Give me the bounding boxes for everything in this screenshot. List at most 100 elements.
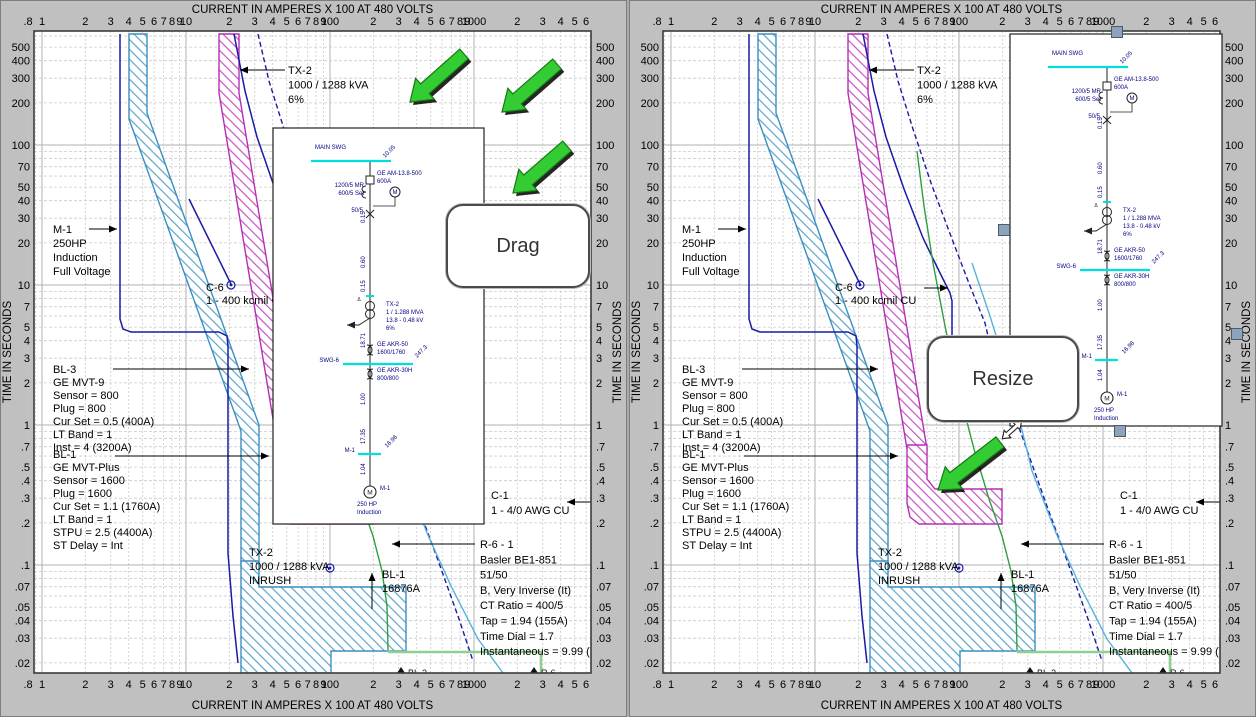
svg-text:50: 50 <box>596 182 608 194</box>
svg-text:5: 5 <box>428 16 434 28</box>
svg-text:5: 5 <box>913 16 919 28</box>
svg-text:M: M <box>393 190 398 196</box>
svg-text:7: 7 <box>305 679 311 691</box>
svg-text:M-1: M-1 <box>682 224 701 236</box>
svg-text:Time Dial = 1.7: Time Dial = 1.7 <box>480 631 554 643</box>
svg-text:2: 2 <box>1143 16 1149 28</box>
svg-text:BL-1: BL-1 <box>1011 569 1034 581</box>
svg-text:4: 4 <box>414 679 420 691</box>
svg-text:51/50: 51/50 <box>1109 570 1137 582</box>
svg-text:1200/5 MR: 1200/5 MR <box>335 183 365 189</box>
svg-text:10: 10 <box>809 679 821 691</box>
svg-text:LT Band = 1: LT Band = 1 <box>682 429 741 441</box>
svg-text:8: 8 <box>942 16 948 28</box>
svg-text:.02: .02 <box>15 658 30 670</box>
tcc-plot-left: BL-2R-6TX-21000 / 1288 kVA6%M-1250HPIndu… <box>1 1 627 717</box>
svg-text:GE MVT-9: GE MVT-9 <box>53 377 104 389</box>
svg-text:6: 6 <box>439 16 445 28</box>
svg-text:.8: .8 <box>652 16 661 28</box>
svg-text:Cur Set = 1.1 (1760A): Cur Set = 1.1 (1760A) <box>53 501 160 513</box>
svg-text:Plug = 800: Plug = 800 <box>53 403 106 415</box>
svg-text:500: 500 <box>12 42 30 54</box>
svg-text:.03: .03 <box>596 633 611 645</box>
drag-callout[interactable]: Drag <box>446 204 590 288</box>
svg-text:13.8 - 0.48 kV: 13.8 - 0.48 kV <box>1123 224 1160 230</box>
svg-text:16876A: 16876A <box>382 583 421 595</box>
svg-text:1: 1 <box>596 420 602 432</box>
svg-text:3: 3 <box>108 16 114 28</box>
svg-text:LT Band = 1: LT Band = 1 <box>53 429 112 441</box>
svg-text:100: 100 <box>950 679 968 691</box>
svg-text:2: 2 <box>370 679 376 691</box>
svg-text:18.71: 18.71 <box>361 332 367 348</box>
svg-text:1: 1 <box>668 679 674 691</box>
svg-text:.02: .02 <box>644 658 659 670</box>
svg-text:500: 500 <box>641 42 659 54</box>
svg-text:8: 8 <box>798 16 804 28</box>
svg-text:17.35: 17.35 <box>1098 334 1104 350</box>
svg-text:400: 400 <box>641 56 659 68</box>
svg-text:4: 4 <box>558 679 564 691</box>
svg-text:5: 5 <box>1057 16 1063 28</box>
svg-text:5: 5 <box>653 322 659 334</box>
oneline-diagram-object[interactable]: MΔMMAIN SWG10.05GE AM-13.8-500600A1200/5… <box>273 128 484 524</box>
svg-text:100: 100 <box>12 140 30 152</box>
svg-text:.07: .07 <box>596 582 611 594</box>
svg-text:4: 4 <box>1043 679 1049 691</box>
svg-text:600/5 Set: 600/5 Set <box>338 191 364 197</box>
svg-text:Full Voltage: Full Voltage <box>53 266 110 278</box>
svg-text:7: 7 <box>161 16 167 28</box>
svg-text:6: 6 <box>1068 679 1074 691</box>
svg-text:M-1: M-1 <box>380 486 391 492</box>
svg-text:3: 3 <box>252 16 258 28</box>
svg-text:1.00: 1.00 <box>1098 299 1104 311</box>
svg-text:.07: .07 <box>15 582 30 594</box>
svg-text:.05: .05 <box>15 602 30 614</box>
svg-text:ST Delay = Int: ST Delay = Int <box>53 540 123 552</box>
svg-text:2: 2 <box>1143 679 1149 691</box>
svg-text:.5: .5 <box>650 462 659 474</box>
svg-text:10: 10 <box>647 280 659 292</box>
selection-handle[interactable] <box>1115 426 1126 437</box>
svg-text:8: 8 <box>798 679 804 691</box>
svg-text:SWG-6: SWG-6 <box>1056 264 1076 270</box>
selection-handle[interactable] <box>999 225 1010 236</box>
svg-text:30: 30 <box>18 213 30 225</box>
svg-text:0.15: 0.15 <box>1098 117 1104 129</box>
svg-text:Sensor = 1600: Sensor = 1600 <box>53 475 125 487</box>
svg-text:.7: .7 <box>21 442 30 454</box>
svg-text:5: 5 <box>284 16 290 28</box>
svg-text:BL-1: BL-1 <box>682 449 705 461</box>
breaker-symbol <box>366 176 374 184</box>
resize-callout[interactable]: Resize <box>927 336 1079 422</box>
skm-tcc-window: BL-2R-6TX-21000 / 1288 kVA6%M-1250HPIndu… <box>0 0 1256 717</box>
svg-text:1000 / 1288 kVA: 1000 / 1288 kVA <box>917 80 998 92</box>
svg-text:6: 6 <box>1212 16 1218 28</box>
svg-text:600A: 600A <box>1114 85 1128 91</box>
tcc-panel-right: BL-2R-6TX-21000 / 1288 kVA6%M-1250HPIndu… <box>629 0 1256 717</box>
svg-text:.3: .3 <box>1225 493 1234 505</box>
svg-text:6: 6 <box>1212 679 1218 691</box>
svg-text:B, Very Inverse (It): B, Very Inverse (It) <box>480 585 571 597</box>
svg-text:Plug = 1600: Plug = 1600 <box>53 488 112 500</box>
svg-text:.7: .7 <box>1225 442 1234 454</box>
svg-text:51/50: 51/50 <box>480 570 508 582</box>
svg-text:200: 200 <box>641 98 659 110</box>
svg-text:6%: 6% <box>917 94 933 106</box>
svg-text:6: 6 <box>295 679 301 691</box>
svg-text:Induction: Induction <box>682 252 727 264</box>
svg-text:2: 2 <box>855 679 861 691</box>
svg-text:INRUSH: INRUSH <box>249 575 291 587</box>
svg-text:0.15: 0.15 <box>1098 186 1104 198</box>
svg-text:GE AKR-30H: GE AKR-30H <box>377 368 412 374</box>
svg-text:3: 3 <box>1025 16 1031 28</box>
svg-text:0.15: 0.15 <box>361 280 367 292</box>
svg-text:4: 4 <box>596 336 602 348</box>
svg-text:4: 4 <box>24 336 30 348</box>
svg-text:7: 7 <box>653 302 659 314</box>
selection-handle[interactable] <box>1112 27 1123 38</box>
svg-text:10: 10 <box>180 16 192 28</box>
svg-text:5: 5 <box>769 16 775 28</box>
selection-handle[interactable] <box>1232 329 1243 340</box>
svg-text:STPU = 2.5 (4400A): STPU = 2.5 (4400A) <box>53 527 152 539</box>
